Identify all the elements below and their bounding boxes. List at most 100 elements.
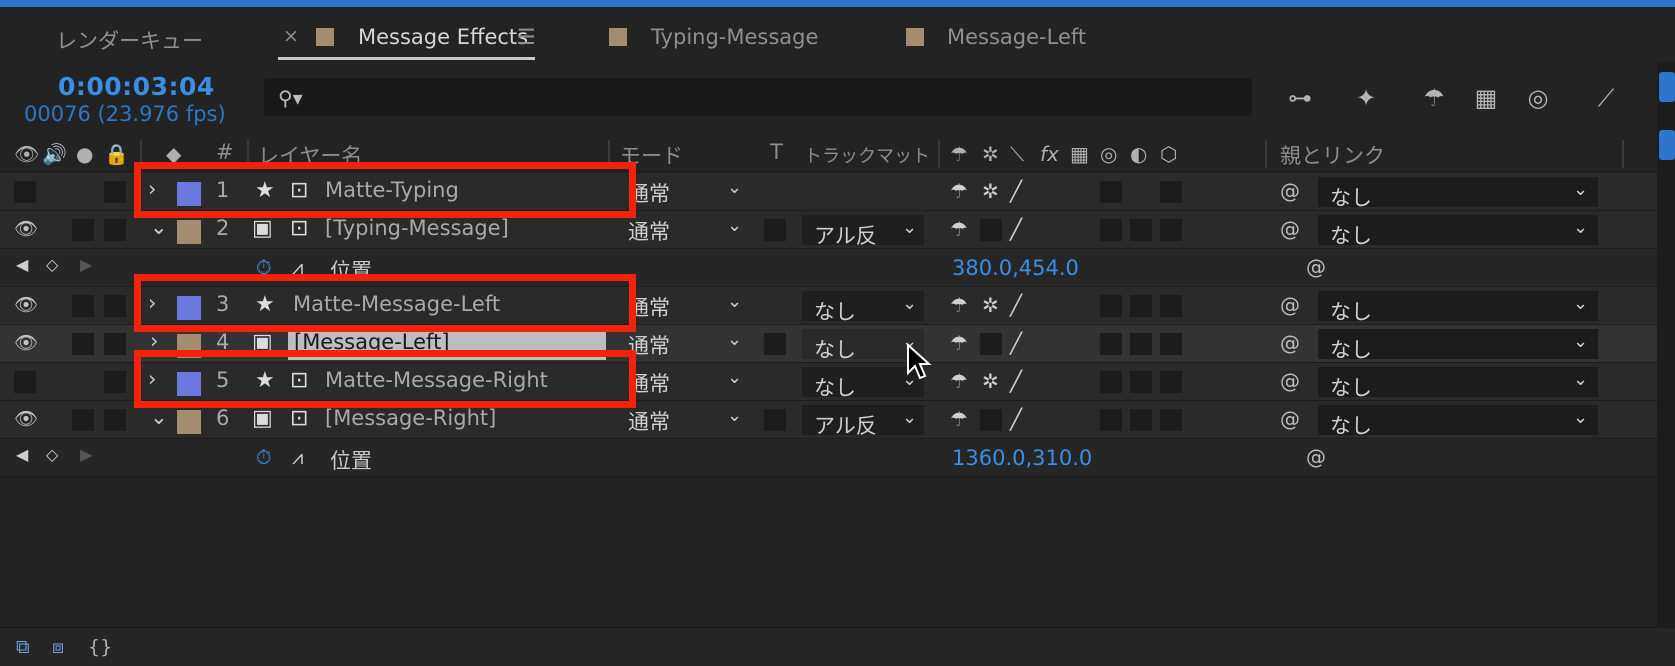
solo-toggle[interactable] xyxy=(72,219,94,241)
preserve-transparency-toggle[interactable] xyxy=(764,409,786,431)
chevron-down-icon[interactable]: ⌄ xyxy=(727,405,742,426)
pick-whip-icon[interactable]: @ xyxy=(1280,217,1300,241)
layer-search-input[interactable]: ⚲▾ xyxy=(264,78,1252,116)
column-divider[interactable] xyxy=(938,140,940,168)
work-area-handle[interactable] xyxy=(1659,130,1675,160)
switch-box[interactable] xyxy=(1130,295,1152,317)
in-out-columns-icon[interactable]: {} xyxy=(88,636,112,658)
mode-select[interactable]: 通常 xyxy=(628,216,670,246)
switch-box[interactable] xyxy=(1160,219,1182,241)
parent-select[interactable]: なし ⌄ xyxy=(1318,329,1598,362)
stopwatch-icon[interactable]: ⏱ xyxy=(256,445,272,469)
parent-select[interactable]: なし ⌄ xyxy=(1318,177,1598,210)
graph-editor-icon[interactable]: ⟋ xyxy=(1586,78,1626,118)
visibility-toggle[interactable] xyxy=(14,371,36,393)
column-track-matte[interactable]: トラックマット xyxy=(804,142,930,168)
chevron-down-icon[interactable]: ⌄ xyxy=(727,329,742,350)
preserve-transparency-toggle[interactable] xyxy=(764,219,786,241)
current-time-display[interactable]: 0:00:03:04 xyxy=(58,72,215,101)
mode-select[interactable]: 通常 xyxy=(628,406,670,436)
track-matte-select[interactable]: なし ⌄ xyxy=(802,291,924,324)
parent-select[interactable]: なし ⌄ xyxy=(1318,215,1598,248)
switch-box[interactable] xyxy=(1130,219,1152,241)
close-icon[interactable]: × xyxy=(283,25,299,47)
frame-blending-icon[interactable]: ▦ xyxy=(1466,78,1506,118)
lock-toggle[interactable] xyxy=(104,295,126,317)
comp-flowchart-icon[interactable]: ⊶ xyxy=(1280,78,1320,118)
solo-icon[interactable]: ● xyxy=(76,142,93,166)
time-navigator-handle[interactable] xyxy=(1659,72,1675,102)
lock-toggle[interactable] xyxy=(104,181,126,203)
tab-message-effects[interactable]: Message Effects xyxy=(358,25,528,49)
quality-switch[interactable]: ╱ xyxy=(1010,407,1022,431)
track-matte-select[interactable]: アル反 ⌄ xyxy=(802,405,924,438)
switch-box[interactable] xyxy=(980,333,1002,355)
pick-whip-icon[interactable]: @ xyxy=(1280,179,1300,203)
quality-switch[interactable]: ╱ xyxy=(1010,369,1022,393)
chevron-down-icon[interactable]: ⌄ xyxy=(727,177,742,198)
layer-name[interactable]: [Typing-Message] xyxy=(325,216,509,240)
pick-whip-icon[interactable]: @ xyxy=(1280,407,1300,431)
switch-box[interactable] xyxy=(1100,295,1122,317)
keyframe-icon[interactable]: ◇ xyxy=(46,445,58,464)
switch-box[interactable] xyxy=(1130,409,1152,431)
next-keyframe-icon[interactable]: ▶ xyxy=(80,255,92,274)
column-divider[interactable] xyxy=(1265,140,1267,168)
tab-render-queue[interactable]: レンダーキュー xyxy=(56,25,203,55)
shy-layers-icon[interactable]: ☂ xyxy=(1414,78,1454,118)
chevron-down-icon[interactable]: ⌄ xyxy=(150,215,168,239)
lock-icon[interactable]: 🔒 xyxy=(104,142,129,166)
parent-select[interactable]: なし ⌄ xyxy=(1318,291,1598,324)
eye-icon[interactable]: 👁 xyxy=(14,407,38,430)
eye-icon[interactable]: 👁 xyxy=(14,331,38,354)
property-row[interactable]: ◀ ◇ ▶ ⏱ ⩘ 位置 1360.0,310.0 @ xyxy=(0,439,1675,477)
lock-toggle[interactable] xyxy=(104,409,126,431)
column-divider[interactable] xyxy=(1622,140,1624,168)
collapse-switch[interactable]: ✲ xyxy=(982,179,999,203)
switch-box[interactable] xyxy=(1160,295,1182,317)
next-keyframe-icon[interactable]: ▶ xyxy=(80,445,92,464)
solo-toggle[interactable] xyxy=(72,333,94,355)
quality-switch[interactable]: ╱ xyxy=(1010,217,1022,241)
lock-toggle[interactable] xyxy=(104,219,126,241)
prev-keyframe-icon[interactable]: ◀ xyxy=(16,445,28,464)
pick-whip-icon[interactable]: @ xyxy=(1280,331,1300,355)
pick-whip-icon[interactable]: @ xyxy=(1306,255,1326,279)
switch-box[interactable] xyxy=(1100,371,1122,393)
quality-switch[interactable]: ╱ xyxy=(1010,293,1022,317)
position-value[interactable]: 1360.0,310.0 xyxy=(952,446,1092,470)
label-color[interactable] xyxy=(177,410,201,434)
visibility-toggle[interactable] xyxy=(14,181,36,203)
layer-switches-icon[interactable]: ⧉ xyxy=(16,636,30,658)
switch-box[interactable] xyxy=(1130,371,1152,393)
pick-whip-icon[interactable]: @ xyxy=(1306,445,1326,469)
shy-switch[interactable]: ☂ xyxy=(950,293,968,317)
switch-box[interactable] xyxy=(1100,409,1122,431)
position-value[interactable]: 380.0,454.0 xyxy=(952,256,1079,280)
parent-select[interactable]: なし ⌄ xyxy=(1318,405,1598,438)
preserve-transparency-toggle[interactable] xyxy=(764,333,786,355)
keyframe-icon[interactable]: ◇ xyxy=(46,255,58,274)
collapse-switch[interactable]: ✲ xyxy=(982,293,999,317)
panel-menu-icon[interactable]: ☰ xyxy=(517,25,536,49)
switch-box[interactable] xyxy=(1100,219,1122,241)
switch-box[interactable] xyxy=(980,219,1002,241)
switch-box[interactable] xyxy=(1160,333,1182,355)
prev-keyframe-icon[interactable]: ◀ xyxy=(16,255,28,274)
eye-icon[interactable]: 👁 xyxy=(14,142,39,166)
track-matte-select[interactable]: アル反 ⌄ xyxy=(802,215,924,248)
tab-typing-message[interactable]: Typing-Message xyxy=(651,25,818,49)
switch-box[interactable] xyxy=(1100,333,1122,355)
chevron-down-icon[interactable]: ⌄ xyxy=(727,291,742,312)
column-parent-link[interactable]: 親とリンク xyxy=(1280,140,1385,170)
parent-select[interactable]: なし ⌄ xyxy=(1318,367,1598,400)
eye-icon[interactable]: 👁 xyxy=(14,293,38,316)
switch-box[interactable] xyxy=(1160,371,1182,393)
switch-box[interactable] xyxy=(1130,333,1152,355)
switch-box[interactable] xyxy=(980,409,1002,431)
shy-switch[interactable]: ☂ xyxy=(950,331,968,355)
chevron-down-icon[interactable]: ⌄ xyxy=(727,215,742,236)
solo-toggle[interactable] xyxy=(72,295,94,317)
graph-icon[interactable]: ⩘ xyxy=(292,445,303,469)
pick-whip-icon[interactable]: @ xyxy=(1280,293,1300,317)
